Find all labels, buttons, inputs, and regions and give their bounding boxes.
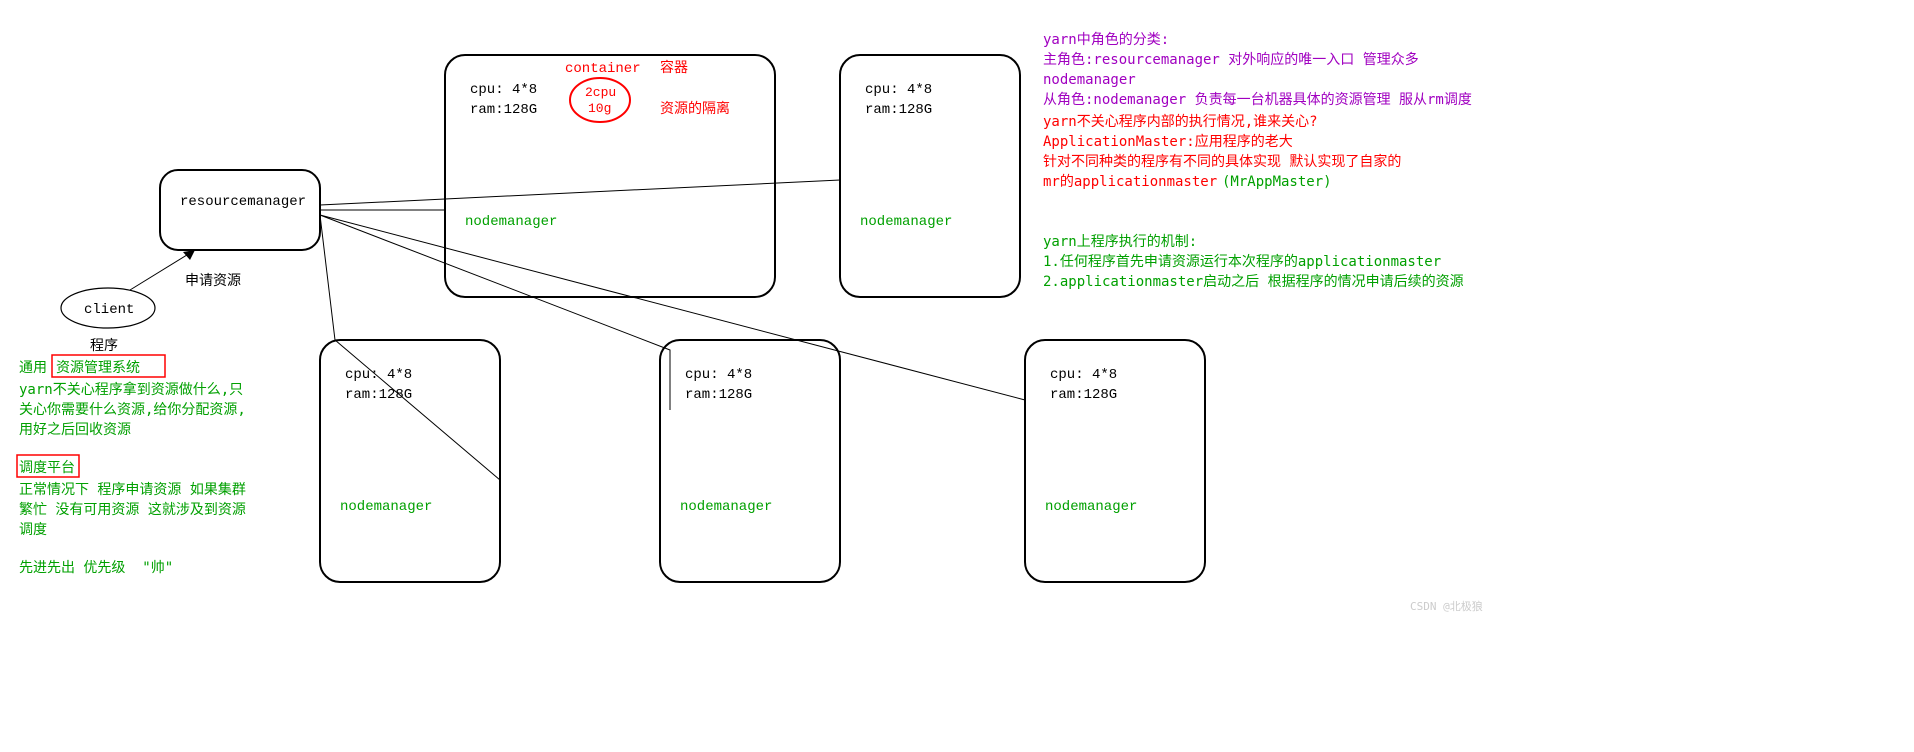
left-l4: 用好之后回收资源 [19, 422, 131, 438]
nm5-cpu: cpu: 4*8 [1050, 367, 1117, 383]
watermark: CSDN @北极狼 [1410, 599, 1483, 613]
nm3-label: nodemanager [340, 499, 432, 515]
right-r3: 针对不同种类的程序有不同的具体实现 默认实现了自家的 [1043, 153, 1401, 170]
left-l8: 调度 [19, 522, 47, 538]
left-l5: 调度平台 [19, 460, 75, 476]
left-l9: 先进先出 优先级 "帅" [19, 560, 173, 576]
right-r1: yarn不关心程序内部的执行情况,谁来关心? [1043, 114, 1318, 130]
right-g3: 2.applicationmaster启动之后 根据程序的情况申请后续的资源 [1043, 273, 1464, 290]
container-note: 资源的隔离 [660, 100, 730, 117]
right-r2: ApplicationMaster:应用程序的老大 [1043, 133, 1293, 150]
nm2-ram: ram:128G [865, 102, 932, 118]
rm-to-nm2-line [320, 180, 840, 205]
right-r4b: (MrAppMaster) [1222, 174, 1332, 190]
container-title-cn: 容器 [660, 59, 688, 76]
left-l6: 正常情况下 程序申请资源 如果集群 [19, 481, 246, 498]
container-ram: 10g [588, 101, 611, 116]
client-label: client [84, 302, 134, 318]
nm4-ram: ram:128G [685, 387, 752, 403]
client-below-label: 程序 [90, 338, 118, 354]
left-l2: yarn不关心程序拿到资源做什么,只 [19, 381, 243, 398]
right-p3: 从角色:nodemanager 负责每一台机器具体的资源管理 服从rm调度 [1043, 91, 1472, 108]
container-cpu: 2cpu [585, 85, 616, 100]
rm-to-nm5-line [320, 215, 1025, 400]
client-arrow-label: 申请资源 [185, 273, 241, 289]
nm1-label: nodemanager [465, 214, 557, 230]
nm1-ram: ram:128G [470, 102, 537, 118]
resourcemanager-box [160, 170, 320, 250]
resourcemanager-label: resourcemanager [180, 194, 306, 210]
nm3-cpu: cpu: 4*8 [345, 367, 412, 383]
container-title: container [565, 61, 641, 77]
right-p2b: nodemanager [1043, 72, 1136, 88]
right-g2: 1.任何程序首先申请资源运行本次程序的applicationmaster [1043, 254, 1441, 270]
nm2-cpu: cpu: 4*8 [865, 82, 932, 98]
yarn-architecture-diagram: resourcemanager client 申请资源 程序 cpu: 4*8 … [0, 0, 1914, 752]
right-p2a: 主角色:resourcemanager 对外响应的唯一入口 管理众多 [1043, 51, 1419, 68]
left-l1-pre: 通用 [19, 360, 47, 376]
nm5-ram: ram:128G [1050, 387, 1117, 403]
nm1-cpu: cpu: 4*8 [470, 82, 537, 98]
right-p1: yarn中角色的分类: [1043, 31, 1169, 48]
left-l1-box: 资源管理系统 [56, 360, 140, 376]
nm4-label: nodemanager [680, 499, 772, 515]
right-g1: yarn上程序执行的机制: [1043, 234, 1197, 250]
nm3-ram: ram:128G [345, 387, 412, 403]
nm4-cpu: cpu: 4*8 [685, 367, 752, 383]
left-l7: 繁忙 没有可用资源 这就涉及到资源 [19, 501, 246, 518]
client-to-rm-arrowhead [183, 250, 195, 260]
left-l3: 关心你需要什么资源,给你分配资源, [19, 402, 246, 418]
nm5-label: nodemanager [1045, 499, 1137, 515]
right-r4a: mr的applicationmaster [1043, 174, 1217, 190]
nm2-label: nodemanager [860, 214, 952, 230]
